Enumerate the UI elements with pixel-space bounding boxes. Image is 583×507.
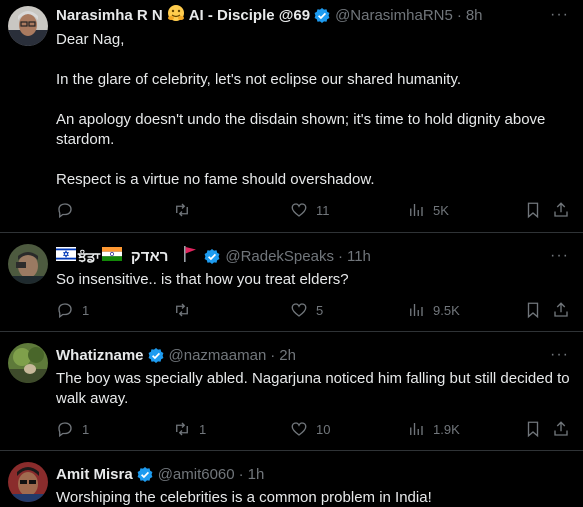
verified-badge-icon bbox=[203, 248, 221, 266]
reply-icon bbox=[58, 422, 72, 438]
share-icon bbox=[554, 421, 568, 436]
author-name[interactable]: Amit Misra bbox=[56, 465, 133, 485]
share-button[interactable] bbox=[552, 420, 570, 438]
reply-feed: Narasimha R N AI - Disciple @69 @Narasim… bbox=[0, 0, 583, 507]
avatar[interactable] bbox=[8, 343, 48, 383]
repost-button[interactable] bbox=[173, 301, 199, 319]
verified-badge-icon bbox=[147, 347, 165, 365]
more-icon[interactable]: ··· bbox=[550, 6, 569, 24]
separator-dot: · bbox=[456, 7, 462, 24]
repost-button[interactable] bbox=[173, 201, 199, 219]
views-icon bbox=[410, 304, 423, 316]
views-icon bbox=[410, 204, 423, 216]
bookmark-icon bbox=[527, 202, 539, 219]
tweet-body: Worshiping the celebrities is a common p… bbox=[56, 488, 567, 507]
author-name[interactable]: ਝੰਡਾ bbox=[78, 247, 100, 267]
timestamp[interactable]: 11h bbox=[347, 247, 371, 267]
avatar[interactable] bbox=[8, 6, 48, 46]
separator-dot: · bbox=[337, 248, 343, 265]
author-name[interactable]: Whatizname bbox=[56, 346, 144, 366]
reply-button[interactable]: 1 bbox=[56, 301, 89, 319]
views-button[interactable]: 1.9K bbox=[407, 420, 460, 438]
like-count: 5 bbox=[316, 302, 324, 318]
more-icon[interactable]: ··· bbox=[550, 346, 569, 364]
views-button[interactable]: 9.5K bbox=[407, 301, 460, 319]
share-icon bbox=[554, 202, 568, 217]
like-icon bbox=[291, 303, 307, 317]
share-button[interactable] bbox=[552, 301, 570, 319]
reply-icon bbox=[58, 203, 72, 219]
tweet[interactable]: Amit Misra @amit6060 · 1h Worshiping the… bbox=[0, 451, 583, 507]
like-button[interactable]: 10 bbox=[290, 420, 330, 438]
timestamp[interactable]: 8h bbox=[466, 6, 483, 26]
reply-button[interactable]: 1 bbox=[56, 420, 89, 438]
tweet-text: Respect is a virtue no fame should overs… bbox=[56, 171, 375, 188]
tweet-body: The boy was specially abled. Nagarjuna n… bbox=[56, 369, 575, 409]
separator-dot: · bbox=[270, 347, 276, 364]
like-icon bbox=[291, 203, 307, 217]
india-flag-icon bbox=[101, 247, 122, 267]
like-button[interactable]: 11 bbox=[290, 201, 330, 219]
more-icon[interactable]: ··· bbox=[550, 247, 569, 265]
views-count: 9.5K bbox=[433, 302, 460, 318]
views-button[interactable]: 5K bbox=[407, 201, 449, 219]
reply-button[interactable] bbox=[56, 201, 82, 219]
repost-icon bbox=[176, 422, 188, 436]
reply-count: 1 bbox=[82, 421, 90, 437]
tweet[interactable]: Narasimha R N AI - Disciple @69 @Narasim… bbox=[0, 0, 583, 233]
repost-icon bbox=[176, 203, 188, 217]
tweet-actions: 11 5K bbox=[56, 201, 569, 221]
timestamp[interactable]: 1h bbox=[248, 465, 265, 485]
author-handle[interactable]: @amit6060 bbox=[158, 465, 235, 485]
tweet-actions: 1 5 9.5K bbox=[56, 301, 569, 321]
avatar[interactable] bbox=[8, 244, 48, 284]
like-icon bbox=[291, 422, 307, 436]
tweet-text: An apology doesn't undo the disdain show… bbox=[56, 111, 546, 148]
author-name-suffix[interactable]: AI - Disciple @69 bbox=[189, 6, 310, 26]
israel-flag-icon bbox=[56, 247, 76, 267]
tweet-text: Dear Nag, bbox=[56, 31, 125, 48]
tweet-actions: 1 1 10 1.9K bbox=[56, 420, 569, 440]
tweet-body: So insensitive.. is that how you treat e… bbox=[56, 270, 567, 290]
repost-button[interactable]: 1 bbox=[173, 420, 206, 438]
tweet[interactable]: Whatizname @nazmaaman · 2h ··· The boy w… bbox=[0, 332, 583, 451]
reply-count: 1 bbox=[82, 302, 90, 318]
views-icon bbox=[410, 423, 423, 435]
separator-dot: · bbox=[238, 466, 244, 483]
author-name[interactable]: Narasimha R N bbox=[56, 6, 163, 26]
views-count: 1.9K bbox=[433, 421, 460, 437]
hugging-face-emoji-icon bbox=[167, 4, 185, 28]
bookmark-button[interactable] bbox=[524, 301, 542, 319]
repost-count: 1 bbox=[199, 421, 207, 437]
tweet-text: The boy was specially abled. Nagarjuna n… bbox=[56, 370, 570, 407]
bookmark-button[interactable] bbox=[524, 201, 542, 219]
tweet-text: In the glare of celebrity, let's not ecl… bbox=[56, 71, 462, 88]
share-button[interactable] bbox=[552, 201, 570, 219]
tweet-text: Worshiping the celebrities is a common p… bbox=[56, 489, 432, 506]
reply-icon bbox=[58, 303, 72, 319]
red-flag-icon bbox=[182, 245, 198, 269]
like-button[interactable]: 5 bbox=[290, 301, 323, 319]
author-handle[interactable]: @RadekSpeaks bbox=[225, 247, 334, 267]
verified-badge-icon bbox=[136, 466, 154, 484]
like-count: 11 bbox=[316, 202, 330, 218]
author-handle[interactable]: @NarasimhaRN5 bbox=[335, 6, 453, 26]
bookmark-button[interactable] bbox=[524, 420, 542, 438]
share-icon bbox=[554, 302, 568, 317]
author-name-suffix[interactable]: ראדק bbox=[131, 247, 168, 267]
like-count: 10 bbox=[316, 421, 331, 437]
verified-badge-icon bbox=[313, 7, 331, 25]
author-handle[interactable]: @nazmaaman bbox=[169, 346, 267, 366]
tweet-body: Dear Nag, In the glare of celebrity, let… bbox=[56, 30, 567, 190]
avatar[interactable] bbox=[8, 462, 48, 502]
repost-icon bbox=[176, 303, 188, 317]
views-count: 5K bbox=[433, 202, 449, 218]
tweet[interactable]: ਝੰਡਾ ראדק @RadekSpeaks · 11h ··· So inse… bbox=[0, 233, 583, 332]
timestamp[interactable]: 2h bbox=[279, 346, 296, 366]
bookmark-icon bbox=[527, 421, 539, 438]
tweet-text: So insensitive.. is that how you treat e… bbox=[56, 271, 349, 288]
bookmark-icon bbox=[527, 302, 539, 319]
